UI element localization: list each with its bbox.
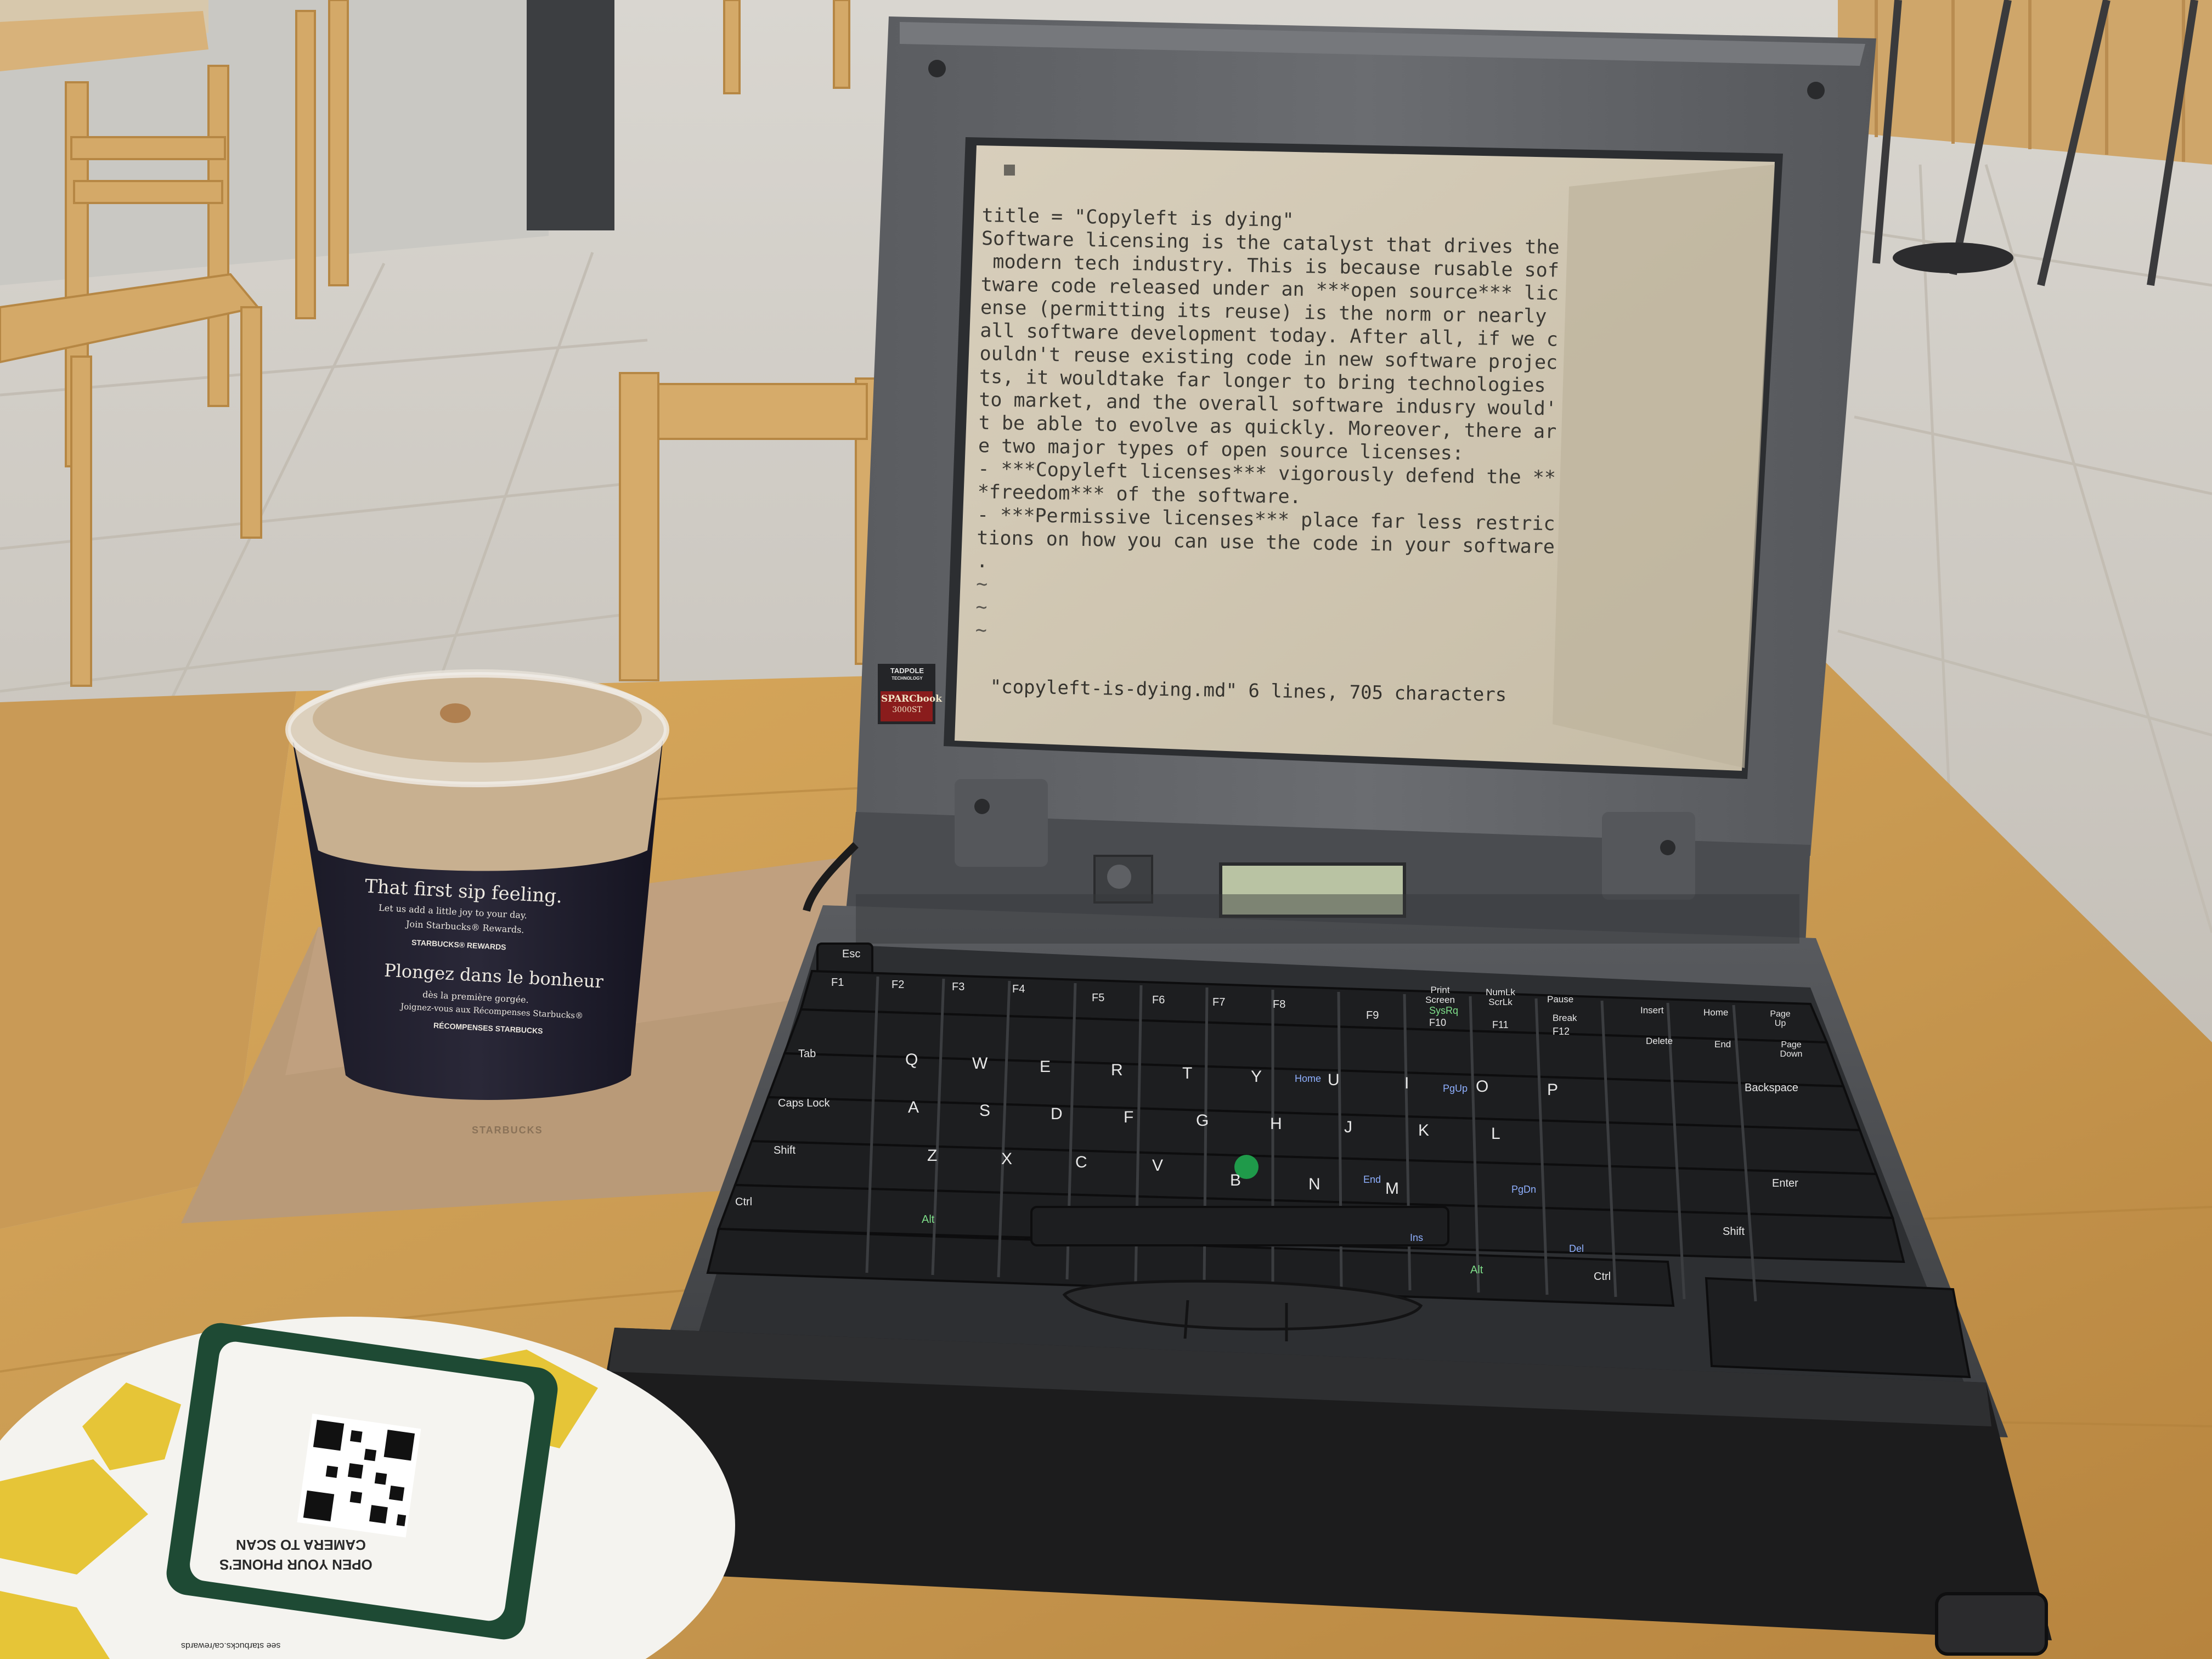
key-numlk[interactable]: NumLk ScrLk	[1481, 988, 1520, 1007]
key-r[interactable]: R	[1111, 1061, 1123, 1080]
key-end[interactable]: End	[1714, 1039, 1731, 1050]
key-f9[interactable]: F9	[1366, 1009, 1379, 1022]
key-break: Break	[1553, 1013, 1577, 1023]
key-v[interactable]: V	[1152, 1156, 1163, 1175]
key-esc[interactable]: Esc	[842, 948, 860, 961]
key-f12[interactable]: F12	[1553, 1026, 1570, 1037]
key-b[interactable]: B	[1230, 1171, 1241, 1190]
key-u[interactable]: U	[1328, 1071, 1340, 1090]
key-h[interactable]: H	[1270, 1115, 1282, 1133]
key-o[interactable]: O	[1476, 1077, 1488, 1096]
card-url: see starbucks.ca/rewards	[181, 1641, 281, 1650]
key-page-up[interactable]: Page Up	[1764, 1009, 1797, 1028]
key-delete[interactable]: Delete	[1646, 1036, 1673, 1047]
key-y[interactable]: Y	[1251, 1068, 1262, 1086]
model-name: SPARCbook	[881, 693, 943, 704]
key-s[interactable]: S	[979, 1102, 990, 1120]
key-sysrq: SysRq	[1429, 1005, 1459, 1016]
key-shift-left[interactable]: Shift	[774, 1144, 795, 1157]
key-f11[interactable]: F11	[1492, 1019, 1509, 1031]
key-e[interactable]: E	[1040, 1058, 1051, 1076]
key-tab[interactable]: Tab	[798, 1048, 816, 1060]
key-l[interactable]: L	[1491, 1125, 1500, 1143]
key-t[interactable]: T	[1182, 1064, 1192, 1083]
key-x[interactable]: X	[1001, 1150, 1012, 1169]
key-f[interactable]: F	[1124, 1108, 1133, 1127]
key-caps-lock[interactable]: Caps Lock	[778, 1097, 830, 1110]
key-j[interactable]: J	[1344, 1118, 1352, 1137]
key-shift-right[interactable]: Shift	[1723, 1226, 1745, 1238]
key-alt-right[interactable]: Alt	[1470, 1264, 1483, 1277]
brand-sub: TECHNOLOGY	[891, 676, 923, 681]
key-ctrl-right[interactable]: Ctrl	[1594, 1271, 1611, 1283]
key-num-end: End	[1363, 1174, 1381, 1185]
key-num-pgdn: PgDn	[1511, 1184, 1537, 1195]
key-c[interactable]: C	[1075, 1153, 1087, 1172]
key-f1[interactable]: F1	[831, 977, 844, 989]
key-f10[interactable]: F10	[1429, 1017, 1446, 1029]
key-pause[interactable]: Pause	[1547, 994, 1573, 1005]
key-n[interactable]: N	[1308, 1175, 1321, 1194]
card-instruction-line-1: OPEN YOUR PHONE'S	[219, 1556, 373, 1573]
key-enter[interactable]: Enter	[1772, 1177, 1798, 1190]
key-q[interactable]: Q	[905, 1051, 918, 1069]
key-f3[interactable]: F3	[952, 981, 964, 994]
vim-editor-buffer[interactable]: title = "Copyleft is dying" Software lic…	[974, 204, 1566, 724]
key-w[interactable]: W	[972, 1054, 988, 1073]
laptop-model-label: SPARCbook 3000ST	[881, 693, 943, 715]
key-m[interactable]: M	[1385, 1180, 1399, 1198]
key-p[interactable]: P	[1547, 1081, 1558, 1099]
key-f8[interactable]: F8	[1273, 998, 1285, 1011]
key-ctrl-left[interactable]: Ctrl	[735, 1196, 752, 1209]
brand-name: TADPOLE	[890, 667, 924, 675]
laptop-brand-logo: TADPOLE TECHNOLOGY	[881, 667, 933, 682]
key-g[interactable]: G	[1196, 1111, 1209, 1130]
key-home[interactable]: Home	[1703, 1007, 1728, 1018]
key-f7[interactable]: F7	[1212, 996, 1225, 1009]
key-k[interactable]: K	[1418, 1121, 1429, 1140]
key-num-del: Del	[1569, 1243, 1584, 1254]
key-print-screen[interactable]: Print Screen	[1421, 985, 1459, 1005]
key-alt-left[interactable]: Alt	[922, 1214, 934, 1226]
key-z[interactable]: Z	[927, 1147, 937, 1165]
key-num-home: Home	[1295, 1073, 1322, 1084]
key-insert[interactable]: Insert	[1640, 1005, 1664, 1016]
model-number: 3000ST	[892, 706, 922, 714]
key-i[interactable]: I	[1404, 1074, 1409, 1093]
key-f4[interactable]: F4	[1012, 983, 1025, 996]
key-page-down[interactable]: Page Down	[1775, 1040, 1808, 1059]
napkin-logo: STARBUCKS	[472, 1125, 543, 1136]
key-f2[interactable]: F2	[891, 979, 904, 991]
key-a[interactable]: A	[908, 1098, 919, 1117]
key-d[interactable]: D	[1051, 1105, 1063, 1124]
key-num-pgup: PgUp	[1443, 1083, 1468, 1094]
key-num-ins: Ins	[1410, 1232, 1424, 1243]
key-f5[interactable]: F5	[1092, 992, 1104, 1005]
key-backspace[interactable]: Backspace	[1745, 1082, 1798, 1094]
card-instruction-line-2: CAMERA TO SCAN	[236, 1537, 366, 1553]
key-f6[interactable]: F6	[1152, 994, 1165, 1007]
